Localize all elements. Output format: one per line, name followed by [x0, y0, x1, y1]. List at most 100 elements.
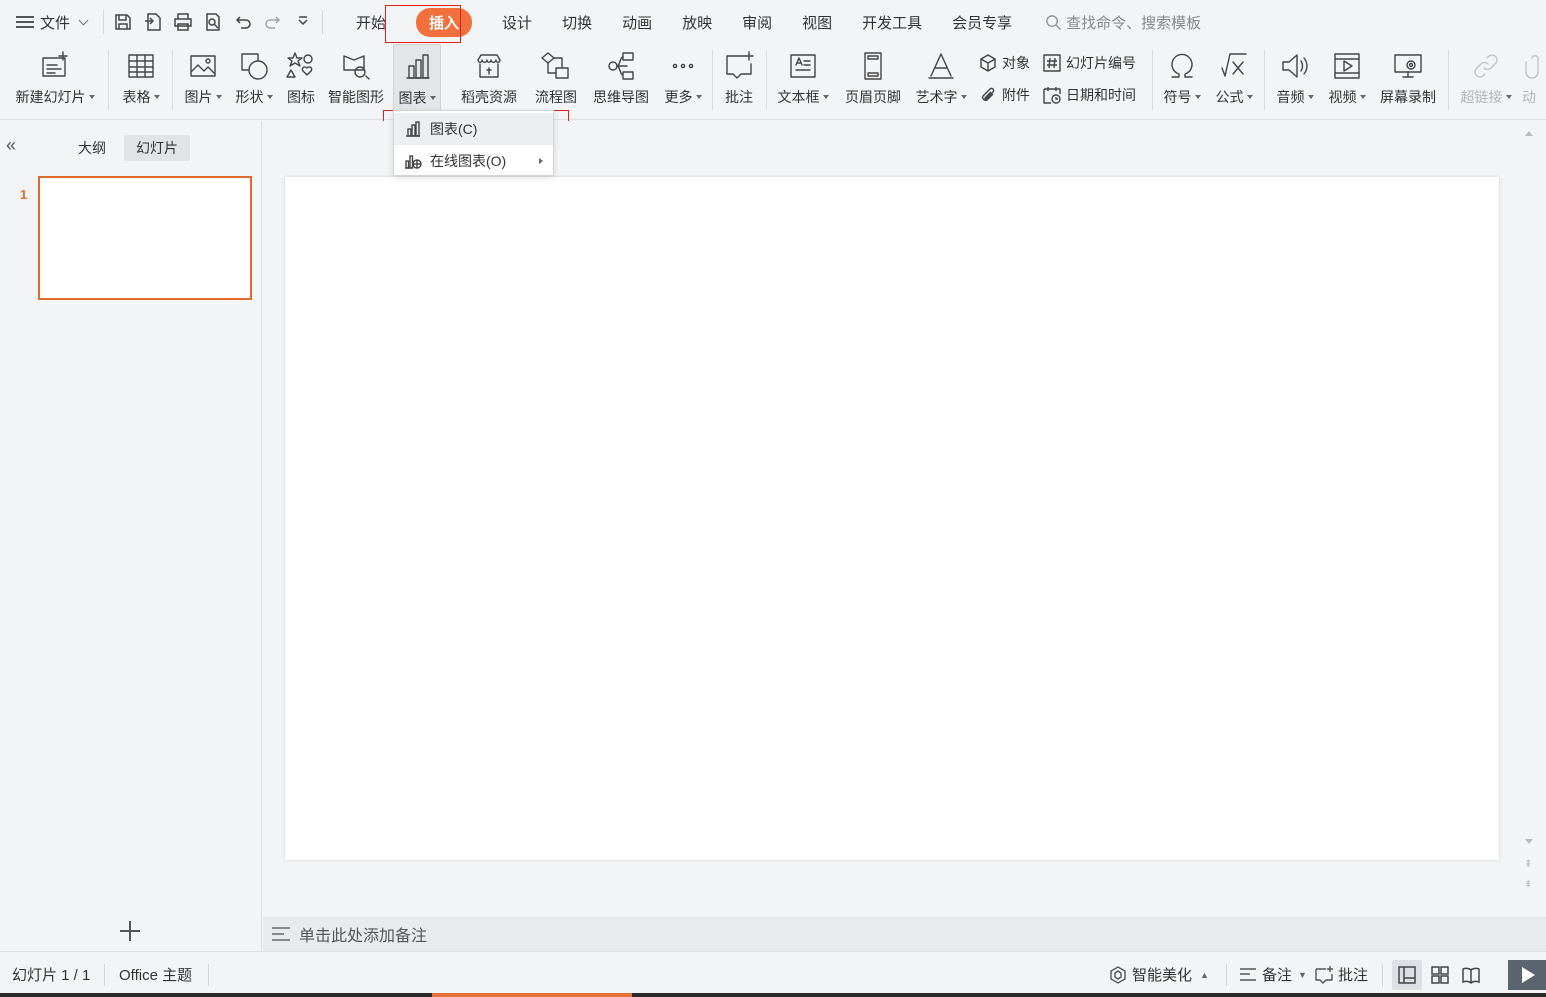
symbol-button[interactable]: 符号	[1158, 44, 1206, 114]
notes-label: 备注	[1262, 967, 1293, 984]
screen-record-button[interactable]: 屏幕录制	[1376, 44, 1440, 114]
submenu-arrow-icon	[539, 158, 543, 164]
icons-icon	[286, 52, 313, 78]
slide-sorter-button[interactable]	[1425, 960, 1455, 990]
new-slide-button[interactable]: 新建幻灯片	[10, 44, 100, 114]
caret-down-icon: ▼	[1298, 969, 1307, 980]
play-slideshow-button[interactable]	[1508, 960, 1546, 990]
undo-icon[interactable]	[230, 9, 256, 35]
tab-animations[interactable]: 动画	[607, 0, 667, 44]
collapse-panel-icon[interactable]: «	[6, 135, 16, 156]
textbox-button[interactable]: 文本框	[774, 44, 832, 114]
ribbon: 新建幻灯片 表格 图片 形状 图标 智能图形 图表 稻壳资源 流程图 思维导图 …	[0, 44, 1546, 120]
search-placeholder: 查找命令、搜索模板	[1066, 14, 1202, 32]
tab-label: 审阅	[742, 14, 773, 32]
menu-item-chart[interactable]: 图表(C)	[394, 113, 553, 145]
tab-label: 动画	[622, 14, 653, 32]
vertical-scrollbar[interactable]: ⇞ ⇟	[1521, 121, 1539, 917]
page-up-icon[interactable]: ⇞	[1524, 859, 1532, 870]
divider	[1152, 50, 1153, 110]
paperclip-icon	[982, 87, 995, 101]
tab-developer[interactable]: 开发工具	[847, 0, 937, 44]
file-menu[interactable]: 文件	[0, 0, 97, 44]
tab-transitions[interactable]: 切换	[547, 0, 607, 44]
wordart-button[interactable]: 艺术字	[912, 44, 970, 114]
picture-icon	[190, 55, 216, 77]
action-button[interactable]: 动	[1522, 44, 1546, 114]
textbox-icon	[790, 54, 816, 78]
formula-button[interactable]: 公式	[1210, 44, 1258, 114]
tab-member[interactable]: 会员专享	[937, 0, 1027, 44]
video-button[interactable]: 视频	[1322, 44, 1372, 114]
file-menu-label: 文件	[40, 14, 71, 32]
print-icon[interactable]	[170, 9, 196, 35]
notes-toggle-button[interactable]: 备注 ▼	[1238, 964, 1307, 985]
tab-label: 开发工具	[862, 14, 923, 32]
slide-number-button[interactable]: 幻灯片编号	[1042, 50, 1136, 76]
docer-label: 稻壳资源	[461, 89, 517, 105]
shape-label: 形状	[235, 89, 264, 105]
formula-icon	[1221, 53, 1247, 77]
date-time-button[interactable]: 日期和时间	[1042, 82, 1136, 108]
wordart-label: 艺术字	[915, 89, 958, 105]
flowchart-button[interactable]: 流程图	[530, 44, 582, 114]
quick-access-toolbar	[110, 9, 316, 35]
tab-design[interactable]: 设计	[487, 0, 547, 44]
object-button[interactable]: 对象	[978, 50, 1030, 76]
export-pdf-icon[interactable]	[140, 9, 166, 35]
smart-art-icon	[343, 55, 370, 80]
hyperlink-button[interactable]: 超链接	[1458, 44, 1514, 114]
tab-view[interactable]: 视图	[787, 0, 847, 44]
smart-beautify-button[interactable]: 智能美化 ▲	[1108, 964, 1209, 985]
tab-insert[interactable]: 插入	[401, 0, 487, 44]
more-button[interactable]: 更多	[660, 44, 706, 114]
notes-area[interactable]: 单击此处添加备注	[263, 917, 1546, 951]
command-search[interactable]: 查找命令、搜索模板	[1045, 12, 1201, 33]
new-slide-label: 新建幻灯片	[15, 89, 86, 105]
icons-button[interactable]: 图标	[282, 44, 320, 114]
tab-home[interactable]: 开始	[341, 0, 401, 44]
picture-button[interactable]: 图片	[178, 44, 228, 114]
chart-button[interactable]: 图表	[393, 44, 441, 114]
slide[interactable]	[285, 177, 1499, 860]
tab-slides[interactable]: 幻灯片	[124, 135, 190, 161]
object-icon	[980, 54, 996, 72]
comments-label: 批注	[1338, 967, 1369, 984]
customize-qat-icon[interactable]	[290, 9, 316, 35]
slide-thumbnail[interactable]	[38, 176, 252, 300]
tab-review[interactable]: 审阅	[727, 0, 787, 44]
docer-resources-button[interactable]: 稻壳资源	[456, 44, 522, 114]
slide-number: 1	[20, 187, 28, 202]
smart-art-button[interactable]: 智能图形	[324, 44, 388, 114]
action-label: 动	[1522, 89, 1536, 105]
page-down-icon[interactable]: ⇟	[1524, 879, 1532, 890]
table-label: 表格	[122, 89, 151, 105]
scroll-up-icon[interactable]	[1525, 131, 1533, 136]
attachment-button[interactable]: 附件	[978, 82, 1030, 108]
tab-slideshow[interactable]: 放映	[667, 0, 727, 44]
shape-icon	[241, 53, 268, 80]
header-footer-button[interactable]: 页眉页脚	[840, 44, 906, 114]
save-icon[interactable]	[110, 9, 136, 35]
mindmap-button[interactable]: 思维导图	[588, 44, 654, 114]
reading-view-button[interactable]	[1456, 960, 1486, 990]
divider	[766, 50, 767, 110]
shape-button[interactable]: 形状	[230, 44, 278, 114]
scroll-down-icon[interactable]	[1525, 839, 1533, 844]
add-slide-icon[interactable]	[116, 917, 144, 945]
print-preview-icon[interactable]	[200, 9, 226, 35]
tab-outline[interactable]: 大纲	[66, 135, 118, 161]
editing-canvas	[263, 121, 1521, 917]
divider	[1448, 50, 1449, 110]
divider	[172, 50, 173, 110]
normal-view-button[interactable]	[1392, 960, 1422, 990]
table-button[interactable]: 表格	[116, 44, 166, 114]
menu-item-online-chart[interactable]: 在线图表(O)	[394, 145, 553, 177]
flowchart-label: 流程图	[535, 89, 577, 105]
redo-icon[interactable]	[260, 9, 286, 35]
comment-button[interactable]: 批注	[718, 44, 760, 114]
tab-label: 视图	[802, 14, 833, 32]
audio-button[interactable]: 音频	[1270, 44, 1320, 114]
comments-toggle-button[interactable]: 批注	[1314, 964, 1368, 985]
tab-label: 切换	[562, 14, 593, 32]
